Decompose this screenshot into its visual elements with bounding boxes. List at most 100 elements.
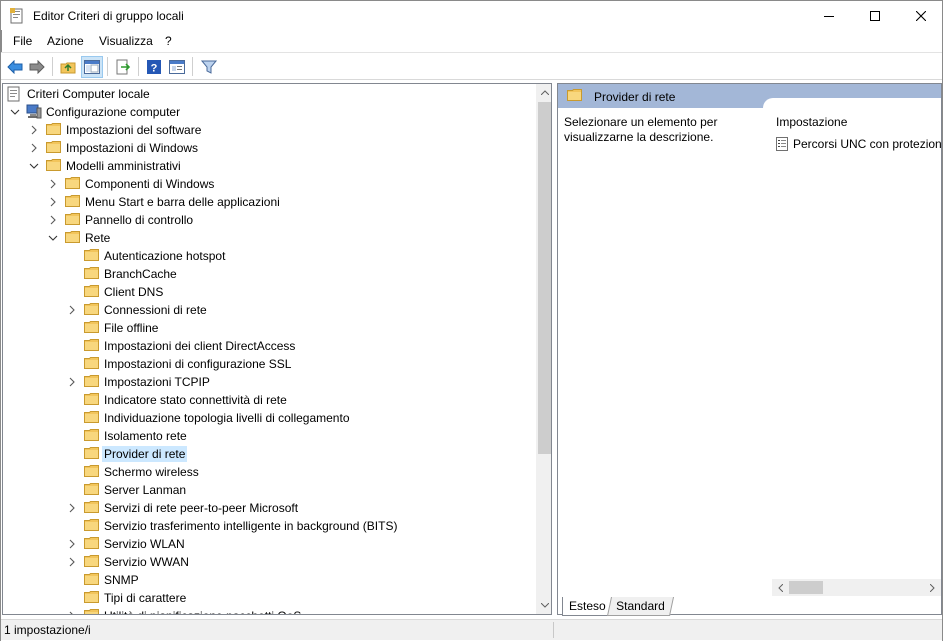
menu-help[interactable]: ? bbox=[165, 34, 172, 48]
chevron-up-icon bbox=[540, 90, 549, 95]
header-notch bbox=[763, 98, 941, 110]
tree-item-label: Server Lanman bbox=[104, 483, 187, 497]
maximize-button[interactable] bbox=[852, 1, 898, 30]
tree-item-label: Menu Start e barra delle applicazioni bbox=[85, 195, 280, 209]
chevron-right-icon[interactable] bbox=[28, 124, 40, 136]
tree-item-label: Client DNS bbox=[104, 285, 164, 299]
tree-item-label: Componenti di Windows bbox=[85, 177, 215, 191]
tree-item[interactable]: File offline bbox=[3, 319, 535, 337]
chevron-down-icon[interactable] bbox=[47, 232, 59, 244]
window-frame-left bbox=[0, 30, 1, 641]
back-button[interactable] bbox=[4, 56, 26, 78]
chevron-right-icon[interactable] bbox=[66, 304, 78, 316]
scroll-up-button[interactable] bbox=[536, 84, 551, 101]
tree-item[interactable]: Isolamento rete bbox=[3, 427, 535, 445]
chevron-right-icon[interactable] bbox=[66, 538, 78, 550]
title-bar: Editor Criteri di gruppo locali bbox=[0, 0, 943, 30]
toolbar: ? bbox=[1, 52, 942, 80]
chevron-right-icon bbox=[930, 583, 935, 592]
folder-icon bbox=[65, 194, 81, 210]
tree-item[interactable]: Menu Start e barra delle applicazioni bbox=[3, 193, 535, 211]
toolbar-separator bbox=[52, 57, 53, 76]
scroll-left-button[interactable] bbox=[772, 579, 789, 596]
tree-item[interactable]: Servizio WWAN bbox=[3, 553, 535, 571]
tree-item[interactable]: Indicatore stato connettività di rete bbox=[3, 391, 535, 409]
folder-icon bbox=[84, 500, 100, 516]
chevron-down-icon[interactable] bbox=[28, 160, 40, 172]
details-horizontal-scrollbar[interactable] bbox=[772, 579, 941, 596]
tree-item[interactable]: Componenti di Windows bbox=[3, 175, 535, 193]
tree-item[interactable]: Utilità di pianificazione pacchetti QoS bbox=[3, 607, 535, 614]
scroll-right-button[interactable] bbox=[924, 579, 941, 596]
chevron-right-icon[interactable] bbox=[66, 376, 78, 388]
tree-item[interactable]: Schermo wireless bbox=[3, 463, 535, 481]
toolbar-separator bbox=[138, 57, 139, 76]
tree-item-label: Isolamento rete bbox=[104, 429, 187, 443]
close-button[interactable] bbox=[898, 1, 943, 30]
column-header-impostazione[interactable]: Impostazione bbox=[776, 115, 847, 129]
tree-item[interactable]: Impostazioni dei client DirectAccess bbox=[3, 337, 535, 355]
minimize-button[interactable] bbox=[806, 1, 852, 30]
chevron-left-icon bbox=[778, 583, 783, 592]
folder-icon bbox=[84, 482, 100, 498]
tree-pane[interactable]: Criteri Computer locale Configurazione co… bbox=[2, 83, 552, 615]
chevron-right-icon[interactable] bbox=[66, 610, 78, 614]
folder-icon bbox=[46, 122, 62, 138]
folder-icon bbox=[84, 464, 100, 480]
tree-item[interactable]: Impostazioni TCPIP bbox=[3, 373, 535, 391]
folder-icon bbox=[567, 88, 583, 105]
back-arrow-icon bbox=[7, 60, 23, 74]
tree-item[interactable]: Modelli amministrativi bbox=[3, 157, 535, 175]
tree-item[interactable]: Connessioni di rete bbox=[3, 301, 535, 319]
tree-item[interactable]: Servizio WLAN bbox=[3, 535, 535, 553]
menu-file[interactable]: File bbox=[13, 34, 32, 48]
help-button[interactable]: ? bbox=[143, 56, 165, 78]
folder-icon bbox=[84, 536, 100, 552]
folder-icon bbox=[84, 248, 100, 264]
tree-item[interactable]: Servizio trasferimento intelligente in b… bbox=[3, 517, 535, 535]
show-hide-tree-button[interactable] bbox=[81, 56, 103, 78]
properties-button[interactable] bbox=[166, 56, 188, 78]
tree-item[interactable]: Server Lanman bbox=[3, 481, 535, 499]
chevron-right-icon[interactable] bbox=[66, 556, 78, 568]
tree-item[interactable]: Criteri Computer locale bbox=[3, 85, 535, 103]
tree-item[interactable]: Client DNS bbox=[3, 283, 535, 301]
export-list-button[interactable] bbox=[112, 56, 134, 78]
menu-azione[interactable]: Azione bbox=[47, 34, 84, 48]
tree-item[interactable]: Pannello di controllo bbox=[3, 211, 535, 229]
tree-item[interactable]: Rete bbox=[3, 229, 535, 247]
menu-visualizza[interactable]: Visualizza bbox=[99, 34, 153, 48]
tab-standard[interactable]: Standard bbox=[606, 597, 674, 616]
tree-item[interactable]: Impostazioni del software bbox=[3, 121, 535, 139]
forward-button[interactable] bbox=[26, 56, 48, 78]
tree-item[interactable]: Provider di rete bbox=[3, 445, 535, 463]
scroll-thumb[interactable] bbox=[538, 102, 551, 454]
chevron-right-icon[interactable] bbox=[66, 502, 78, 514]
chevron-right-icon[interactable] bbox=[47, 178, 59, 190]
tree-item-label: Provider di rete bbox=[102, 446, 188, 462]
tree-item[interactable]: Individuazione topologia livelli di coll… bbox=[3, 409, 535, 427]
up-level-button[interactable] bbox=[57, 56, 79, 78]
filter-button[interactable] bbox=[198, 56, 220, 78]
tree-item[interactable]: Tipi di carattere bbox=[3, 589, 535, 607]
folder-icon bbox=[65, 212, 81, 228]
tree-item[interactable]: BranchCache bbox=[3, 265, 535, 283]
scroll-down-button[interactable] bbox=[536, 597, 551, 614]
hscroll-thumb[interactable] bbox=[789, 581, 823, 594]
chevron-down-icon[interactable] bbox=[9, 106, 21, 118]
tree-item-label: Servizio trasferimento intelligente in b… bbox=[104, 519, 398, 533]
tree-item[interactable]: SNMP bbox=[3, 571, 535, 589]
tree-item[interactable]: Impostazioni di Windows bbox=[3, 139, 535, 157]
chevron-right-icon[interactable] bbox=[28, 142, 40, 154]
tree-item[interactable]: Impostazioni di configurazione SSL bbox=[3, 355, 535, 373]
chevron-right-icon[interactable] bbox=[47, 196, 59, 208]
chevron-right-icon[interactable] bbox=[47, 214, 59, 226]
tab-esteso[interactable]: Esteso bbox=[562, 597, 613, 616]
folder-icon bbox=[65, 230, 81, 246]
tree-item-label: Servizi di rete peer-to-peer Microsoft bbox=[104, 501, 299, 515]
tree-item[interactable]: Configurazione computer bbox=[3, 103, 535, 121]
tree-item[interactable]: Autenticazione hotspot bbox=[3, 247, 535, 265]
filter-icon bbox=[201, 60, 217, 74]
tree-vertical-scrollbar[interactable] bbox=[536, 84, 551, 614]
tree-item[interactable]: Servizi di rete peer-to-peer Microsoft bbox=[3, 499, 535, 517]
